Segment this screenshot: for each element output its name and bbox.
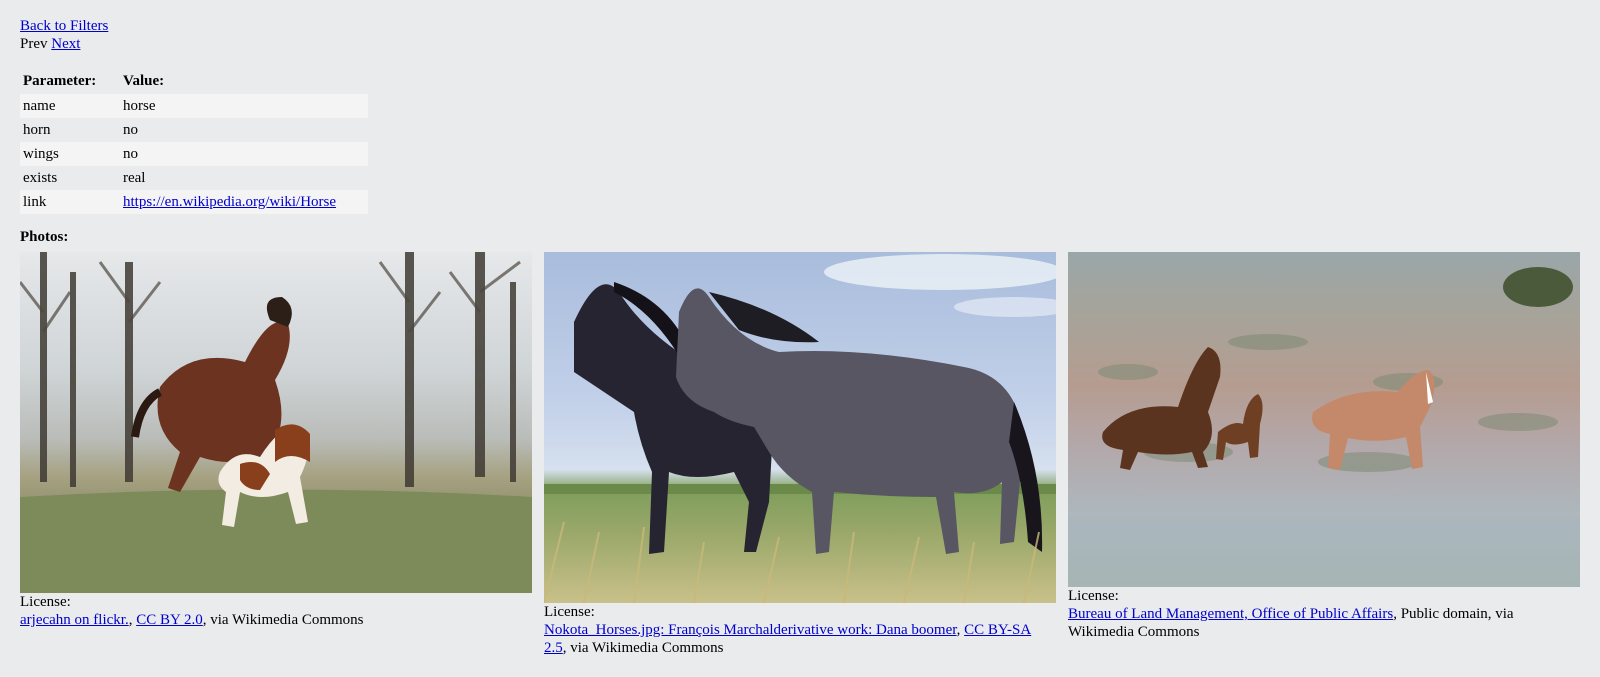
param-key: exists: [23, 169, 58, 186]
param-key: link: [20, 190, 120, 214]
table-row: wings no: [20, 142, 368, 166]
horse-photo-1[interactable]: [20, 252, 532, 593]
prev-label: Prev: [20, 36, 48, 52]
horse-photo-3-art: [1068, 267, 1580, 587]
next-link[interactable]: Next: [51, 36, 80, 52]
param-key: wings: [20, 142, 120, 166]
photo-card: License: Nokota_Horses.jpg: François Mar…: [544, 252, 1056, 657]
horse-photo-1-art: [20, 252, 532, 593]
param-value: no: [123, 121, 138, 138]
table-row: link https://en.wikipedia.org/wiki/Horse: [20, 190, 368, 214]
table-row: exists real: [20, 166, 368, 190]
horse-photo-2-art: [544, 254, 1056, 603]
author-link[interactable]: Nokota_Horses.jpg: François Marchalderiv…: [544, 622, 957, 638]
navigation: Back to Filters Prev Next: [20, 17, 108, 53]
param-value: real: [123, 169, 146, 186]
license-info: License: arjecahn on flickr., CC BY 2.0,…: [20, 593, 532, 629]
header-parameter: Parameter:: [23, 72, 97, 89]
photo-card: License: Bureau of Land Management, Offi…: [1068, 252, 1580, 641]
separator: ,: [956, 622, 965, 638]
param-value-cell: https://en.wikipedia.org/wiki/Horse: [120, 190, 368, 214]
license-info: License: Nokota_Horses.jpg: François Mar…: [544, 603, 1056, 657]
horse-photo-2[interactable]: [544, 252, 1056, 603]
license-label: License:: [20, 594, 71, 610]
param-value: no: [120, 142, 368, 166]
license-suffix: , via Wikimedia Commons: [562, 640, 724, 656]
license-link[interactable]: CC BY 2.0: [136, 612, 203, 628]
author-link[interactable]: arjecahn on flickr.: [20, 612, 129, 628]
photos-heading: Photos:: [20, 229, 69, 245]
param-key: horn: [23, 121, 51, 138]
table-header: Parameter: Value:: [20, 72, 368, 94]
photo-card: License: arjecahn on flickr., CC BY 2.0,…: [20, 252, 532, 629]
horse-photo-3[interactable]: [1068, 252, 1580, 587]
parameters-table: Parameter: Value: name horse horn no win…: [20, 72, 368, 214]
param-key: name: [20, 94, 120, 118]
back-to-filters-link[interactable]: Back to Filters: [20, 18, 108, 34]
author-link[interactable]: Bureau of Land Management, Office of Pub…: [1068, 606, 1393, 622]
wikipedia-link[interactable]: https://en.wikipedia.org/wiki/Horse: [123, 194, 336, 210]
license-label: License:: [1068, 588, 1119, 604]
license-info: License: Bureau of Land Management, Offi…: [1068, 587, 1580, 641]
header-value: Value:: [123, 72, 165, 89]
license-label: License:: [544, 604, 595, 620]
table-row: horn no: [20, 118, 368, 142]
table-row: name horse: [20, 94, 368, 118]
license-suffix: , via Wikimedia Commons: [202, 612, 364, 628]
param-value: horse: [120, 94, 368, 118]
